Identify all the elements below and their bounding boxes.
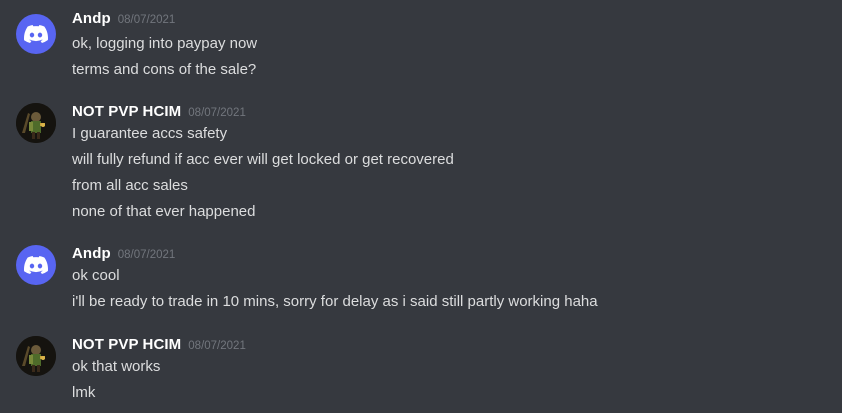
username[interactable]: NOT PVP HCIM bbox=[72, 336, 181, 353]
discord-logo-icon bbox=[24, 256, 48, 274]
timestamp[interactable]: 08/07/2021 bbox=[118, 249, 176, 261]
timestamp[interactable]: 08/07/2021 bbox=[118, 14, 176, 26]
game-character-avatar bbox=[16, 336, 56, 376]
game-character-avatar bbox=[16, 103, 56, 143]
timestamp[interactable]: 08/07/2021 bbox=[188, 340, 246, 352]
message-header: NOT PVP HCIM 08/07/2021 bbox=[72, 103, 246, 125]
message-text: none of that ever happened bbox=[72, 203, 256, 220]
message-text: ok, logging into paypay now bbox=[72, 35, 258, 52]
message-text: lmk bbox=[72, 384, 96, 401]
message-text: from all acc sales bbox=[72, 177, 188, 194]
message-text: ok that works bbox=[72, 358, 161, 375]
discord-logo-icon bbox=[24, 25, 48, 43]
avatar[interactable] bbox=[16, 103, 56, 143]
message-header: Andp 08/07/2021 bbox=[72, 245, 175, 267]
avatar[interactable] bbox=[16, 14, 56, 54]
timestamp[interactable]: 08/07/2021 bbox=[188, 107, 246, 119]
username[interactable]: Andp bbox=[72, 10, 111, 27]
message-text: will fully refund if acc ever will get l… bbox=[72, 151, 454, 168]
avatar[interactable] bbox=[16, 336, 56, 376]
message-text: i'll be ready to trade in 10 mins, sorry… bbox=[72, 293, 598, 310]
username[interactable]: NOT PVP HCIM bbox=[72, 103, 181, 120]
username[interactable]: Andp bbox=[72, 245, 111, 262]
message-text: terms and cons of the sale? bbox=[72, 61, 257, 78]
message-text: I guarantee accs safety bbox=[72, 125, 228, 142]
message-text: ok cool bbox=[72, 267, 120, 284]
message-header: NOT PVP HCIM 08/07/2021 bbox=[72, 336, 246, 358]
message-header: Andp 08/07/2021 bbox=[72, 10, 175, 32]
avatar[interactable] bbox=[16, 245, 56, 285]
